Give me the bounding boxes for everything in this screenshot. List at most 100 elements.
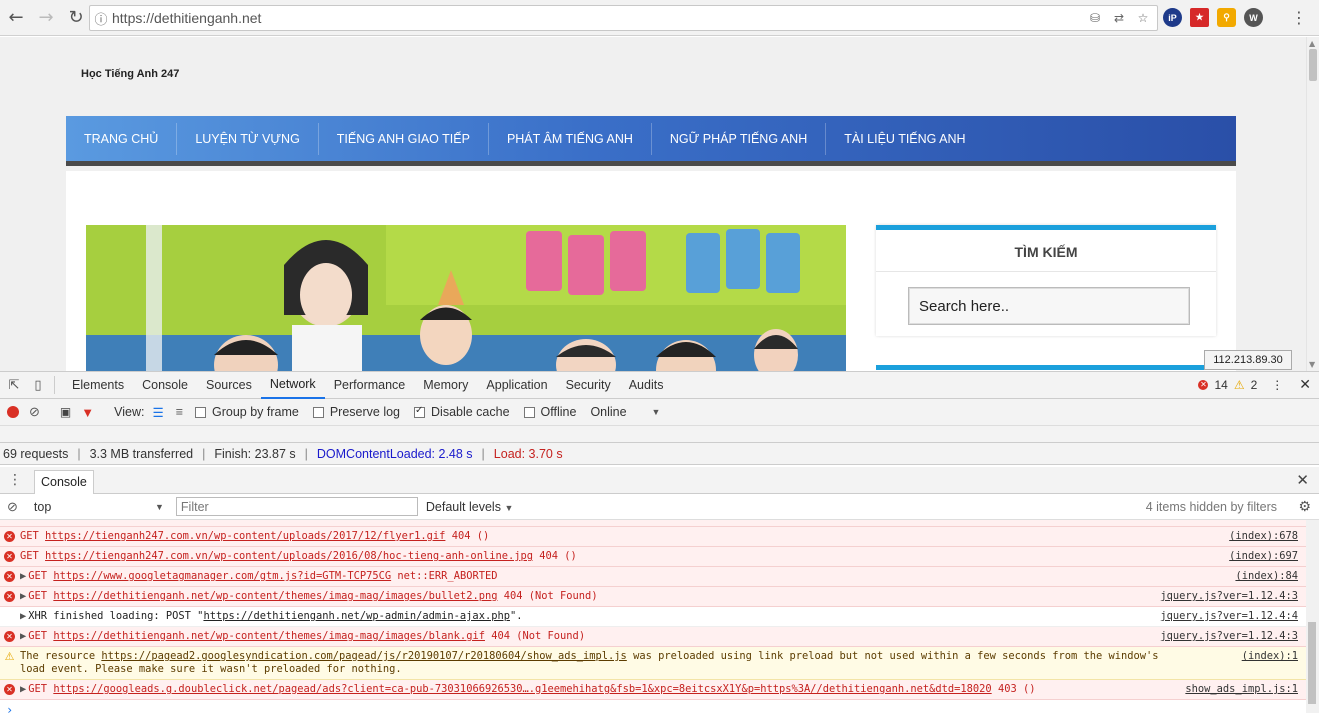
tab-sources[interactable]: Sources — [197, 372, 261, 399]
console-scroll-thumb[interactable] — [1308, 622, 1316, 704]
page-scrollbar[interactable]: ▲ ▼ — [1306, 37, 1319, 371]
expand-triangle-icon[interactable]: ▶ — [20, 590, 26, 602]
message-url[interactable]: https://pagead2.googlesyndication.com/pa… — [101, 650, 626, 662]
message-source-link[interactable]: (index):1 — [1235, 650, 1298, 663]
nav-item-grammar[interactable]: NGỮ PHÁP TIẾNG ANH — [652, 122, 827, 155]
message-source-link[interactable]: (index):84 — [1229, 570, 1298, 583]
throttle-select[interactable]: Online ▼ — [590, 405, 660, 419]
console-message[interactable]: ▶ XHR finished loading: POST "https://det… — [0, 607, 1306, 627]
expand-triangle-icon[interactable]: ▶ — [20, 683, 26, 695]
scroll-down-icon[interactable]: ▼ — [1309, 360, 1315, 369]
screenshot-camera-icon[interactable]: ▣ — [60, 405, 71, 419]
message-url[interactable]: https://dethitienganh.net/wp-content/the… — [53, 590, 497, 602]
offline-checkbox[interactable]: Offline — [523, 405, 576, 419]
console-filter-input[interactable] — [175, 497, 418, 516]
console-scrollbar[interactable] — [1306, 520, 1319, 713]
context-value[interactable]: top — [34, 500, 51, 514]
message-source-link[interactable]: jquery.js?ver=1.12.4:4 — [1154, 610, 1298, 623]
checkbox-box[interactable] — [312, 406, 324, 418]
clear-icon[interactable]: ⊘ — [29, 404, 40, 420]
console-prompt[interactable]: › — [0, 700, 1306, 713]
overview-icon[interactable]: ≡ — [176, 405, 183, 419]
ip-extension-icon[interactable]: iP — [1163, 8, 1182, 27]
featured-photo[interactable] — [86, 225, 846, 371]
expand-triangle-icon[interactable]: ▶ — [20, 630, 26, 642]
message-url[interactable]: https://tienganh247.com.vn/wp-content/up… — [45, 530, 445, 542]
tab-network[interactable]: Network — [260, 372, 325, 399]
wordpress-extension-icon[interactable]: W — [1244, 8, 1263, 27]
message-url[interactable]: https://dethitienganh.net/wp-content/the… — [53, 630, 485, 642]
disable-cache-checkbox[interactable]: Disable cache — [414, 405, 510, 419]
clear-console-icon[interactable]: ⊘ — [7, 499, 18, 515]
nav-item-vocabulary[interactable]: LUYỆN TỪ VỰNG — [177, 122, 319, 155]
tab-console[interactable]: Console — [133, 372, 197, 399]
nav-item-pronunciation[interactable]: PHÁT ÂM TIẾNG ANH — [489, 122, 652, 155]
message-url[interactable]: https://googleads.g.doubleclick.net/page… — [53, 683, 991, 695]
warning-count[interactable]: 2 — [1251, 378, 1258, 392]
large-rows-icon[interactable]: ☰ — [152, 405, 163, 420]
chevron-down-icon[interactable]: ▼ — [652, 407, 661, 417]
tab-security[interactable]: Security — [557, 372, 620, 399]
console-message[interactable]: ✕ GET https://tienganh247.com.vn/wp-cont… — [0, 547, 1306, 567]
site-title[interactable]: Học Tiếng Anh 247 — [81, 68, 179, 80]
search-extension-icon[interactable]: ⚲ — [1217, 8, 1236, 27]
checkbox-box[interactable] — [194, 406, 206, 418]
translate-icon[interactable]: ⇄ — [1111, 9, 1127, 27]
checkbox-box[interactable] — [523, 406, 535, 418]
address-bar[interactable]: ⓘ https://dethitienganh.net ⛁ ⇄ ☆ — [89, 5, 1158, 31]
forward-icon[interactable]: → — [32, 4, 60, 32]
error-count[interactable]: 14 — [1214, 378, 1227, 392]
page-scroll-thumb[interactable] — [1309, 49, 1317, 81]
scroll-up-icon[interactable]: ▲ — [1309, 39, 1315, 48]
context-select[interactable]: top ▼ — [34, 500, 164, 514]
inspect-element-icon[interactable]: ⇱ — [4, 375, 24, 395]
address-url[interactable]: https://dethitienganh.net — [112, 10, 261, 26]
nav-item-communication[interactable]: TIẾNG ANH GIAO TIẾP — [319, 122, 489, 155]
message-source-link[interactable]: jquery.js?ver=1.12.4:3 — [1154, 630, 1298, 643]
drawer-tab-console[interactable]: Console — [34, 469, 94, 494]
tab-memory[interactable]: Memory — [414, 372, 477, 399]
message-source-link[interactable]: (index):678 — [1223, 530, 1298, 543]
chevron-down-icon[interactable]: ▼ — [504, 503, 513, 513]
devtools-menu-icon[interactable]: ⋮ — [1271, 378, 1283, 392]
message-url[interactable]: https://dethitienganh.net/wp-admin/admin… — [203, 610, 510, 622]
preserve-log-checkbox[interactable]: Preserve log — [312, 405, 400, 419]
blocked-content-icon[interactable]: ⛁ — [1087, 9, 1103, 27]
site-search-input[interactable]: Search here.. — [908, 287, 1190, 325]
tab-elements[interactable]: Elements — [63, 372, 133, 399]
console-message[interactable]: ✕ GET https://tienganh247.com.vn/wp-cont… — [0, 527, 1306, 547]
console-message[interactable]: ✕ ▶ GET https://googleads.g.doubleclick.n… — [0, 680, 1306, 700]
checkbox-box[interactable] — [414, 405, 426, 418]
nav-item-documents[interactable]: TÀI LIỆU TIẾNG ANH — [826, 123, 983, 155]
log-levels-select[interactable]: Default levels ▼ — [426, 500, 513, 514]
chevron-down-icon[interactable]: ▼ — [155, 502, 164, 512]
tab-application[interactable]: Application — [477, 372, 556, 399]
message-url[interactable]: https://www.googletagmanager.com/gtm.js?… — [53, 570, 391, 582]
bookmark-star-icon[interactable]: ☆ — [1135, 9, 1151, 27]
nav-item-home[interactable]: TRANG CHỦ — [66, 122, 178, 155]
back-icon[interactable]: ← — [2, 4, 30, 32]
record-icon[interactable] — [7, 406, 19, 418]
browser-menu-icon[interactable]: ⋮ — [1291, 8, 1307, 27]
message-source-link[interactable]: jquery.js?ver=1.12.4:3 — [1154, 590, 1298, 603]
info-icon[interactable]: ⓘ — [90, 9, 112, 28]
close-devtools-icon[interactable]: ✕ — [1299, 376, 1311, 393]
console-message[interactable]: ✕ ▶ GET https://www.googletagmanager.com/… — [0, 567, 1306, 587]
console-message[interactable]: ✕ ▶ GET https://dethitienganh.net/wp-cont… — [0, 587, 1306, 607]
message-source-link[interactable]: show_ads_impl.js:1 — [1179, 683, 1298, 696]
drawer-menu-icon[interactable]: ⋮ — [8, 472, 22, 488]
tab-performance[interactable]: Performance — [325, 372, 415, 399]
close-drawer-icon[interactable]: ✕ — [1296, 471, 1309, 489]
flag-extension-icon[interactable]: ★ — [1190, 8, 1209, 27]
tab-audits[interactable]: Audits — [620, 372, 673, 399]
expand-triangle-icon[interactable]: ▶ — [20, 570, 26, 582]
error-icon[interactable]: ✕ — [1198, 379, 1209, 390]
throttle-value[interactable]: Online — [590, 405, 626, 419]
expand-triangle-icon[interactable]: ▶ — [20, 610, 26, 622]
console-settings-gear-icon[interactable]: ⚙ — [1298, 498, 1311, 515]
group-by-frame-checkbox[interactable]: Group by frame — [194, 405, 299, 419]
console-message[interactable]: ✕ ▶ GET https://dethitienganh.net/wp-cont… — [0, 627, 1306, 647]
message-url[interactable]: https://tienganh247.com.vn/wp-content/up… — [45, 550, 533, 562]
device-toolbar-icon[interactable]: ▯ — [28, 375, 48, 395]
console-message-warning[interactable]: ⚠ The resource https://pagead2.googlesyn… — [0, 647, 1306, 680]
